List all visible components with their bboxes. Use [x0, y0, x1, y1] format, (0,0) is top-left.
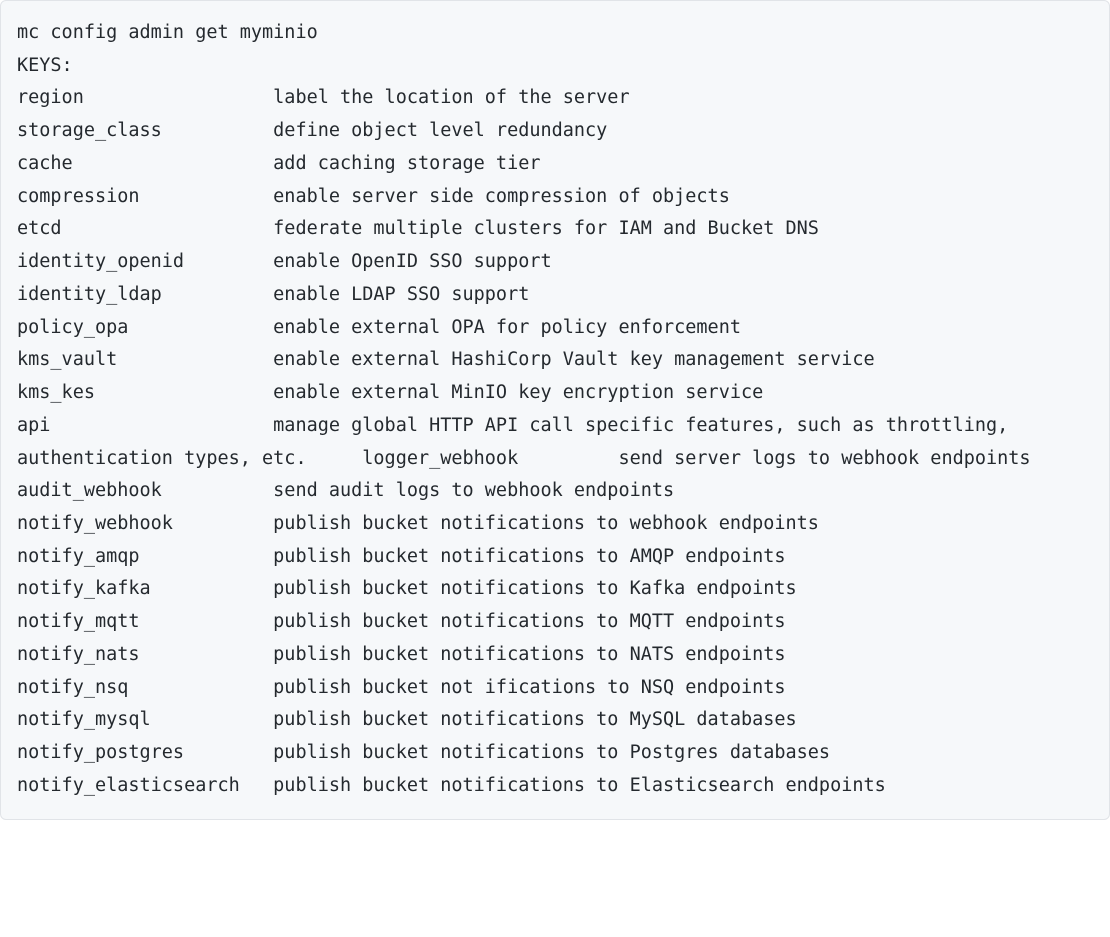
terminal-output: mc config admin get myminio KEYS: region…	[17, 22, 1110, 796]
code-block: mc config admin get myminio KEYS: region…	[0, 0, 1110, 820]
